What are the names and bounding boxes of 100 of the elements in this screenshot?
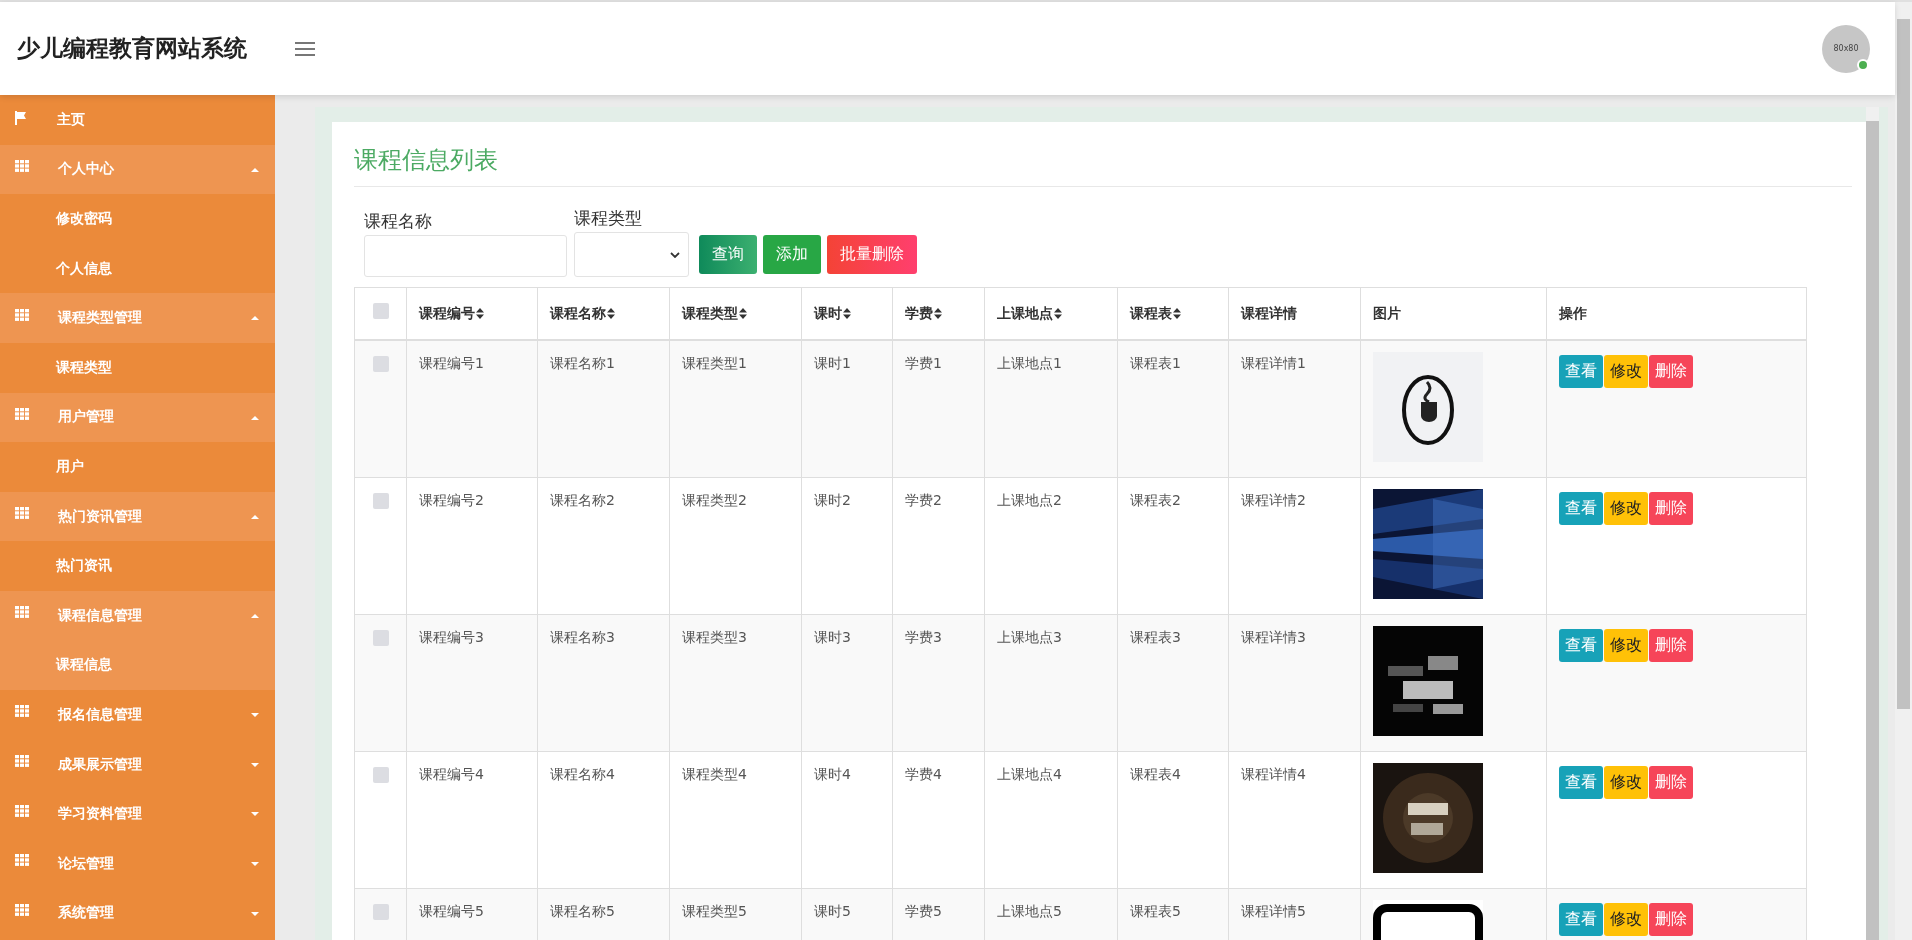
- submenu-item[interactable]: 个人信息: [0, 243, 275, 294]
- table-cell: 课时3: [814, 628, 851, 645]
- input-field[interactable]: [364, 235, 567, 277]
- menu-group[interactable]: 用户管理: [0, 392, 275, 443]
- table-cell: 学费2: [905, 491, 942, 508]
- caret-icon: [251, 861, 259, 866]
- table-cell: 学费4: [905, 765, 942, 782]
- batch-delete-button[interactable]: 批量删除: [827, 235, 917, 274]
- table-cell: 课程表4: [1130, 765, 1181, 782]
- menu-group[interactable]: 个人中心: [0, 144, 275, 195]
- table-cell: 课程名称5: [550, 902, 615, 919]
- view-button[interactable]: 查看: [1559, 355, 1603, 388]
- column-header[interactable]: 课程编号: [419, 304, 475, 321]
- grid-icon: [15, 903, 29, 917]
- checkbox[interactable]: [372, 303, 389, 319]
- caret-icon: [251, 713, 259, 718]
- table-cell: 课时2: [814, 491, 851, 508]
- field-label: 课程名称: [364, 210, 433, 233]
- delete-button[interactable]: 删除: [1649, 491, 1693, 525]
- grid-icon: [15, 407, 29, 421]
- search-button[interactable]: 查询: [699, 235, 757, 274]
- dropdown[interactable]: [574, 232, 689, 277]
- delete-button[interactable]: 删除: [1649, 628, 1693, 662]
- table-cell: 课程类型3: [682, 628, 747, 645]
- grid-icon: [15, 804, 29, 818]
- menu-group[interactable]: 成果展示管理: [0, 739, 275, 790]
- table-cell: 课时4: [814, 765, 851, 782]
- view-button[interactable]: 查看: [1559, 491, 1603, 525]
- table-cell: 课程表1: [1130, 355, 1181, 371]
- menu-group[interactable]: 课程类型管理: [0, 293, 275, 343]
- table-cell: 课程类型1: [682, 355, 747, 371]
- table-cell: 课程类型5: [682, 902, 747, 919]
- submenu-item[interactable]: 修改密码: [0, 194, 275, 244]
- menu-group[interactable]: 热门资讯管理: [0, 491, 275, 542]
- view-button[interactable]: 查看: [1559, 902, 1603, 936]
- column-header: 课程详情: [1241, 304, 1297, 321]
- grid-icon: [15, 854, 29, 868]
- menu-group[interactable]: 系统管理: [0, 888, 275, 939]
- column-header: 图片: [1373, 304, 1401, 321]
- view-button[interactable]: 查看: [1559, 628, 1603, 662]
- menu-item[interactable]: 主页: [0, 95, 275, 145]
- checkbox[interactable]: [372, 766, 389, 783]
- checkbox[interactable]: [372, 356, 389, 372]
- avatar[interactable]: 80x80: [1822, 24, 1870, 73]
- submenu-item[interactable]: 课程类型: [0, 342, 275, 393]
- caret-icon: [251, 167, 259, 172]
- add-button[interactable]: 添加: [763, 235, 821, 274]
- grid-icon: [15, 507, 29, 521]
- table-cell: 学费5: [905, 902, 942, 919]
- table-cell: 课程表3: [1130, 628, 1181, 645]
- submenu-item[interactable]: 课程信息: [0, 640, 275, 691]
- checkbox[interactable]: [372, 903, 389, 920]
- edit-button[interactable]: 修改: [1604, 355, 1648, 388]
- delete-button[interactable]: 删除: [1649, 765, 1693, 799]
- caret-icon: [251, 911, 259, 916]
- table-cell: 课程编号3: [419, 628, 484, 645]
- table-cell: 课程名称1: [550, 355, 615, 371]
- table-cell: 上课地点1: [997, 355, 1062, 371]
- menu-group[interactable]: 学习资料管理: [0, 789, 275, 839]
- edit-button[interactable]: 修改: [1604, 628, 1648, 662]
- column-header[interactable]: 课时: [814, 304, 842, 321]
- grid-icon: [15, 159, 29, 173]
- caret-icon: [251, 514, 259, 519]
- avatar-label: 80x80: [1833, 44, 1859, 53]
- menu-group[interactable]: 报名信息管理: [0, 690, 275, 740]
- column-header[interactable]: 课程名称: [550, 304, 606, 321]
- menu-group[interactable]: 课程信息管理: [0, 590, 275, 641]
- site-title: 少儿编程教育网站系统: [17, 34, 247, 63]
- table-cell: 上课地点5: [997, 902, 1062, 919]
- scrollbar[interactable]: [1866, 107, 1879, 940]
- field-label: 课程类型: [574, 207, 643, 230]
- column-header[interactable]: 课程表: [1130, 304, 1172, 321]
- grid-icon: [15, 606, 29, 620]
- menu-group[interactable]: 论坛管理: [0, 838, 275, 889]
- grid-icon: [15, 755, 29, 768]
- edit-button[interactable]: 修改: [1604, 902, 1648, 936]
- delete-button[interactable]: 删除: [1649, 355, 1693, 388]
- submenu-item[interactable]: 热门资讯: [0, 541, 275, 591]
- caret-icon: [251, 415, 259, 420]
- table-cell: 课程类型2: [682, 491, 747, 508]
- table-cell: 课程详情4: [1241, 765, 1306, 782]
- delete-button[interactable]: 删除: [1649, 902, 1693, 936]
- column-header[interactable]: 上课地点: [997, 304, 1053, 321]
- table-cell: 课程表5: [1130, 902, 1181, 919]
- checkbox[interactable]: [372, 492, 389, 509]
- scrollbar[interactable]: [1895, 2, 1912, 940]
- table-cell: 课程详情1: [1241, 355, 1306, 371]
- table-cell: 课程编号2: [419, 491, 484, 508]
- column-header[interactable]: 课程类型: [682, 304, 738, 321]
- column-header[interactable]: 学费: [905, 304, 933, 321]
- submenu-item[interactable]: 用户: [0, 442, 275, 492]
- view-button[interactable]: 查看: [1559, 765, 1603, 799]
- table-cell: 课时5: [814, 902, 851, 919]
- table-cell: 课程编号5: [419, 902, 484, 919]
- edit-button[interactable]: 修改: [1604, 765, 1648, 799]
- checkbox[interactable]: [372, 629, 389, 646]
- edit-button[interactable]: 修改: [1604, 491, 1648, 525]
- table-cell: 课程名称2: [550, 491, 615, 508]
- table-cell: 课程详情5: [1241, 902, 1306, 919]
- table-cell: 上课地点4: [997, 765, 1062, 782]
